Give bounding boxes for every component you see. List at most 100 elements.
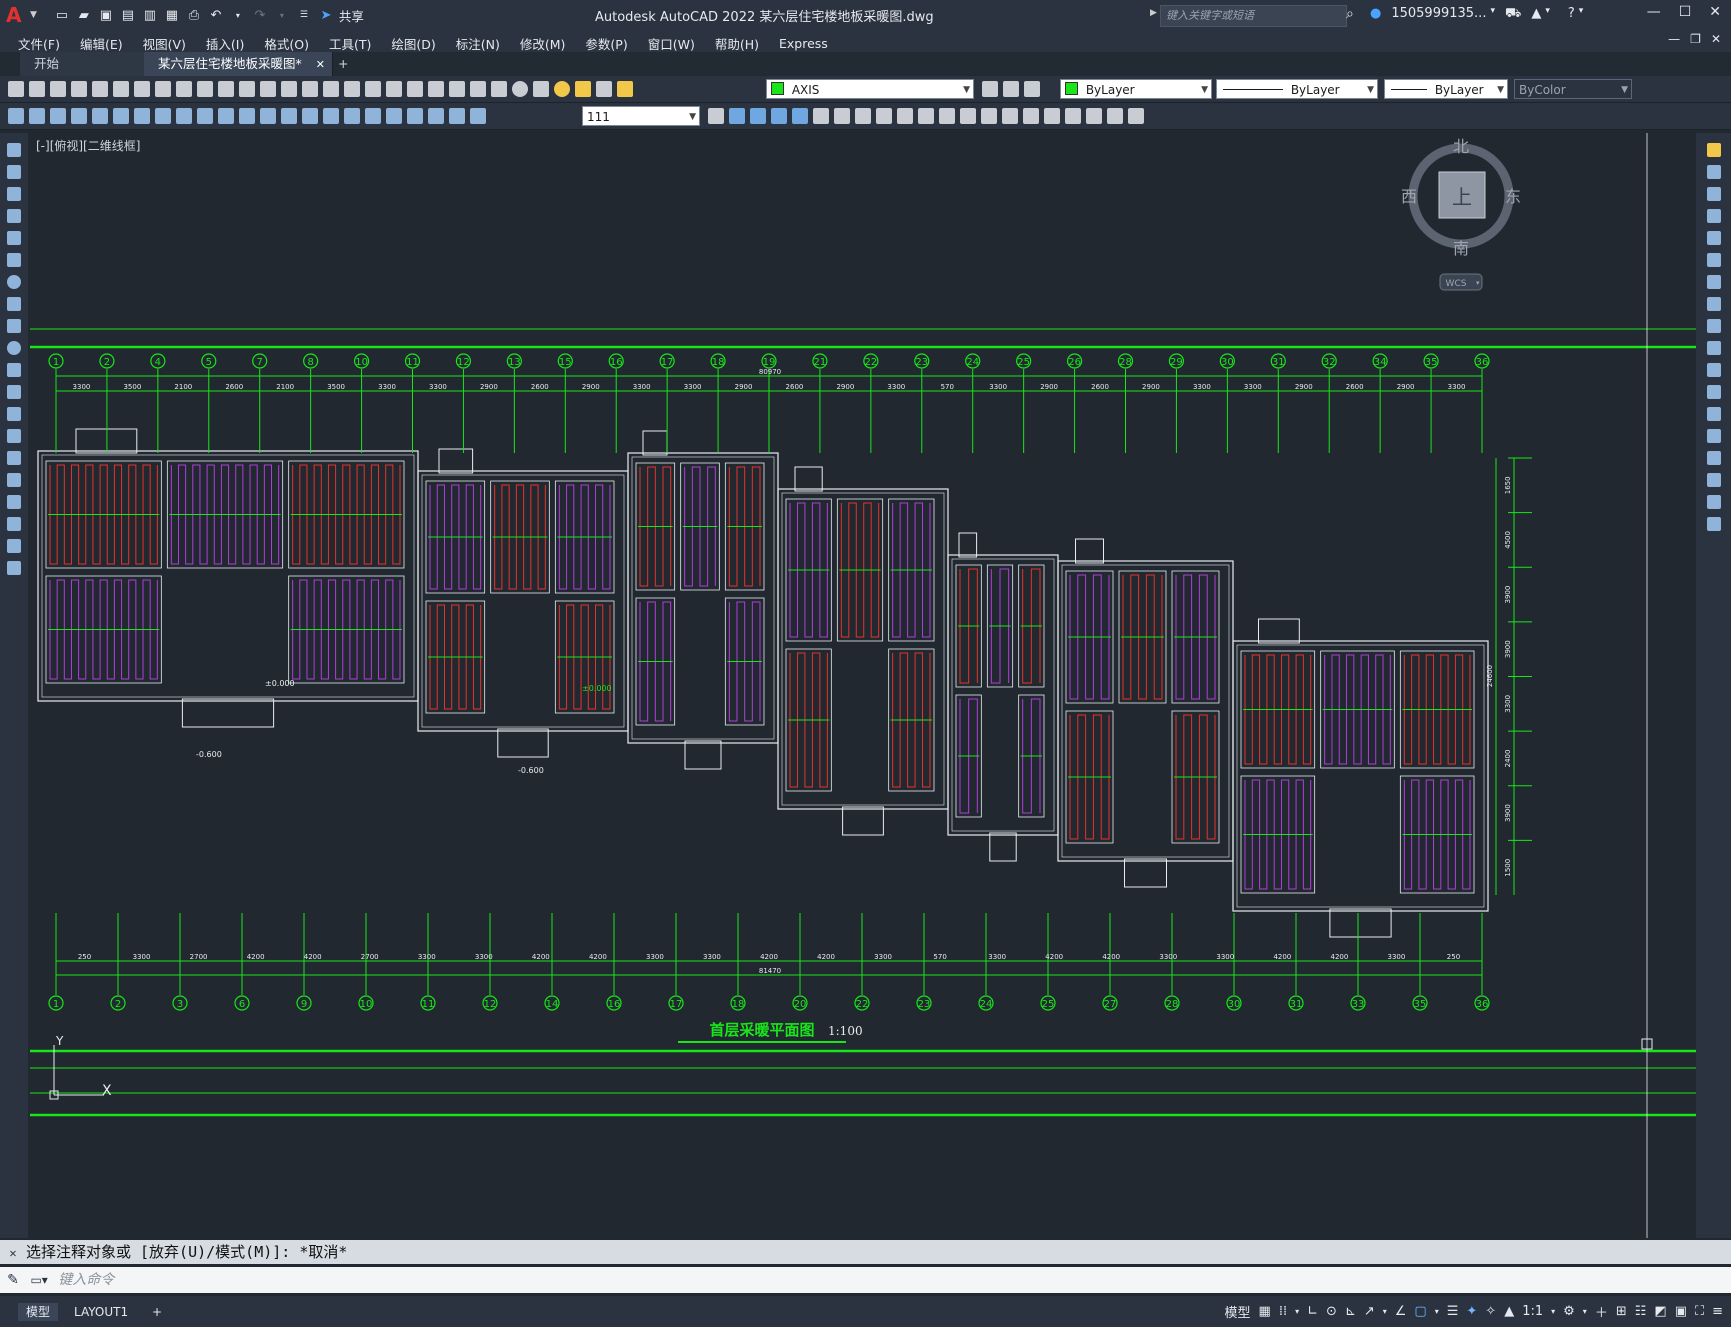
publish-icon[interactable] [113, 81, 129, 97]
zoom-realtime-icon[interactable] [323, 81, 339, 97]
snap-dropdown-icon[interactable]: ▾ [1295, 1307, 1299, 1316]
explode-icon[interactable] [1706, 517, 1721, 531]
extend-icon[interactable] [1706, 363, 1721, 377]
gradient-icon[interactable] [7, 473, 21, 487]
floor-heating-plan-drawing[interactable]: 1 2 4 5 7 8 10 11 12 13 15 16 17 18 19 21 22 23 24 25 26 28 29… [30, 133, 1696, 1238]
dimstyle-icon[interactable] [708, 108, 724, 124]
plot-tb-icon[interactable] [71, 81, 87, 97]
scale-dropdown-icon[interactable]: ▾ [1551, 1307, 1555, 1316]
dim-space-icon[interactable] [302, 108, 318, 124]
cut-icon[interactable] [155, 81, 171, 97]
user-icon[interactable]: ● [1370, 6, 1381, 23]
ortho-icon[interactable]: ⊾ [1345, 1304, 1356, 1319]
3dprint-icon[interactable] [134, 81, 150, 97]
layer-on-icon[interactable] [554, 81, 570, 97]
autocad-logo[interactable]: A [6, 4, 28, 26]
dim-tool-1-icon[interactable] [8, 108, 24, 124]
region-icon[interactable] [7, 495, 21, 509]
stretch-object-icon[interactable] [1706, 319, 1721, 333]
dimstyle-combo[interactable]: 111 ▼ [582, 106, 700, 126]
draworder-below-icon[interactable] [792, 108, 808, 124]
fillet-icon[interactable] [1706, 473, 1721, 487]
radius-dim-icon[interactable] [155, 108, 171, 124]
move-tb-icon[interactable] [813, 108, 829, 124]
baseline-dim-icon[interactable] [260, 108, 276, 124]
plot-icon[interactable]: ⎙ [185, 6, 203, 24]
help-search-input[interactable]: 键入关键字或短语 [1160, 5, 1347, 27]
draworder-back-icon[interactable] [750, 108, 766, 124]
save-web-icon[interactable]: ▦ [163, 6, 181, 24]
circle-icon[interactable] [7, 275, 21, 289]
menu-format[interactable]: 格式(O) [254, 34, 319, 53]
cart-icon[interactable]: ⛟ [1505, 6, 1521, 23]
maximize-icon[interactable]: ☐ [1679, 4, 1692, 20]
doc-close-icon[interactable]: ✕ [1711, 32, 1721, 46]
menu-view[interactable]: 视图(V) [133, 34, 196, 53]
copy-object-icon[interactable] [1706, 165, 1721, 179]
plot-preview-icon[interactable] [92, 81, 108, 97]
layer-lock-icon[interactable] [617, 81, 633, 97]
tab-current-drawing[interactable]: 某六层住宅楼地板采暖图* ✕ [144, 52, 333, 76]
insert-block-icon[interactable] [7, 385, 21, 399]
menu-modify[interactable]: 修改(M) [510, 34, 576, 53]
revcloud-icon[interactable] [7, 297, 21, 311]
customize-qa-icon[interactable]: ☰ [295, 6, 313, 24]
command-input[interactable]: 键入命令 [58, 1272, 114, 1288]
new-file-icon[interactable]: ▭ [53, 6, 71, 24]
polyline-icon[interactable] [7, 187, 21, 201]
lineweight-toggle-icon[interactable]: ☰ [1447, 1304, 1459, 1319]
aligned-dim-icon[interactable] [92, 108, 108, 124]
match-prop-icon[interactable] [218, 81, 234, 97]
help-icon[interactable]: ? [1568, 6, 1575, 23]
extend-tb-icon[interactable] [981, 108, 997, 124]
layer-state-icon[interactable] [1024, 81, 1040, 97]
rotate-tb-icon[interactable] [876, 108, 892, 124]
plotstyle-combo[interactable]: ByColor ▼ [1514, 79, 1632, 99]
group-tb-icon[interactable] [1086, 108, 1102, 124]
rectangle-icon[interactable] [7, 231, 21, 245]
annotation-monitor-icon[interactable]: ＋ [1595, 1302, 1608, 1321]
dim-update-icon[interactable] [470, 108, 486, 124]
new-tab-button[interactable]: + [330, 52, 356, 76]
units-icon[interactable]: ⊞ [1616, 1304, 1627, 1319]
isolate-objects-icon[interactable]: ◩ [1654, 1304, 1666, 1319]
menu-parametric[interactable]: 参数(P) [575, 34, 637, 53]
model-space-toggle[interactable]: 模型 [1225, 1302, 1251, 1321]
inspect-icon[interactable] [386, 108, 402, 124]
save-tb-icon[interactable] [50, 81, 66, 97]
scale-icon[interactable] [1706, 297, 1721, 311]
tab-start[interactable]: 开始 [20, 52, 153, 76]
tolerance-icon[interactable] [344, 108, 360, 124]
angular-dim-icon[interactable] [218, 108, 234, 124]
center-mark-icon[interactable] [365, 108, 381, 124]
join-tb-icon[interactable] [1065, 108, 1081, 124]
viewcube-north[interactable]: 北 [1453, 137, 1469, 156]
zoom-previous-icon[interactable] [365, 81, 381, 97]
app-menu-chevron-icon[interactable]: ▼ [30, 10, 37, 20]
qnew-icon[interactable] [8, 81, 24, 97]
design-center-icon[interactable] [407, 81, 423, 97]
help-dropdown-icon[interactable]: ▾ [1579, 6, 1584, 23]
save-as-icon[interactable]: ▤ [119, 6, 137, 24]
grid-icon[interactable]: ▦ [1259, 1304, 1271, 1319]
diameter-dim-icon[interactable] [197, 108, 213, 124]
tab-close-icon[interactable]: ✕ [316, 58, 325, 71]
dim-tool-2-icon[interactable] [29, 108, 45, 124]
properties-icon[interactable] [386, 81, 402, 97]
linear-dim-icon[interactable] [71, 108, 87, 124]
menu-file[interactable]: 文件(F) [8, 34, 70, 53]
quick-dim-icon[interactable] [239, 108, 255, 124]
arc-icon[interactable] [7, 253, 21, 267]
redo-icon[interactable]: ↷ [251, 6, 269, 24]
fillet-tb-icon[interactable] [1002, 108, 1018, 124]
polar-tracking-icon[interactable]: ↗ [1364, 1304, 1375, 1319]
viewcube-west[interactable]: 西 [1401, 187, 1417, 206]
chamfer-icon[interactable] [1706, 451, 1721, 465]
layer-previous-icon[interactable] [1003, 81, 1019, 97]
join-icon[interactable] [1706, 429, 1721, 443]
tool-palettes-icon[interactable] [428, 81, 444, 97]
open-icon[interactable] [29, 81, 45, 97]
share-label[interactable]: 共享 [339, 6, 364, 25]
array-icon[interactable] [1706, 231, 1721, 245]
isodraft-icon[interactable]: ∠ [1395, 1304, 1407, 1319]
